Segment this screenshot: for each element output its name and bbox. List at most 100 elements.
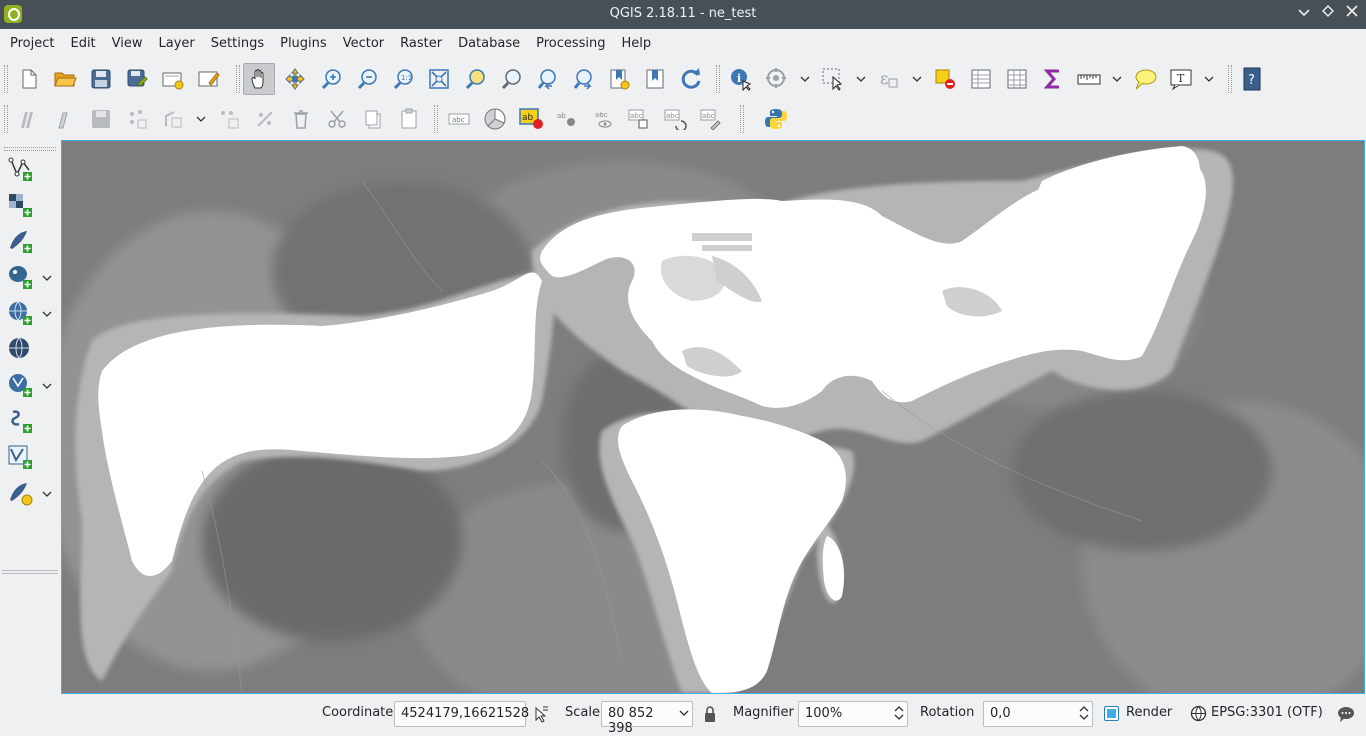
delete-part-icon[interactable] bbox=[249, 103, 281, 135]
layer-labeling-icon[interactable]: ab bbox=[515, 103, 547, 135]
magnifier-stepper[interactable] bbox=[892, 701, 906, 725]
postgis-dropdown-chevron-down-icon[interactable] bbox=[40, 271, 54, 285]
add-wcs-layer-icon[interactable] bbox=[4, 333, 36, 365]
menu-database[interactable]: Database bbox=[450, 29, 528, 59]
zoom-full-icon[interactable] bbox=[423, 63, 455, 95]
menu-raster[interactable]: Raster bbox=[392, 29, 450, 59]
menu-help[interactable]: Help bbox=[614, 29, 660, 59]
zoom-native-icon[interactable]: 1:1 bbox=[387, 63, 419, 95]
rotation-stepper[interactable] bbox=[1077, 701, 1091, 725]
sidebar-splitter[interactable] bbox=[2, 570, 58, 574]
zoom-to-layer-icon[interactable] bbox=[495, 63, 527, 95]
paste-features-icon[interactable] bbox=[393, 103, 425, 135]
menu-layer[interactable]: Layer bbox=[151, 29, 203, 59]
toolbar-grip[interactable] bbox=[4, 105, 8, 133]
annotation-dropdown-chevron-down-icon[interactable] bbox=[1203, 71, 1215, 87]
save-as-icon[interactable] bbox=[121, 63, 153, 95]
toolbar-grip[interactable] bbox=[236, 65, 240, 93]
add-postgis-layer-icon[interactable] bbox=[4, 261, 36, 293]
map-canvas[interactable] bbox=[61, 140, 1365, 694]
minimize-icon[interactable] bbox=[1294, 4, 1314, 24]
refresh-icon[interactable] bbox=[675, 63, 707, 95]
new-project-icon[interactable] bbox=[13, 63, 45, 95]
select-by-expression-icon[interactable]: ε bbox=[873, 63, 905, 95]
render-checkbox[interactable] bbox=[1104, 706, 1119, 721]
help-icon[interactable]: ? bbox=[1236, 63, 1268, 95]
digitize-dropdown-chevron-down-icon[interactable] bbox=[195, 111, 207, 127]
zoom-next-icon[interactable] bbox=[567, 63, 599, 95]
new-print-composer-icon[interactable] bbox=[157, 63, 189, 95]
scale-dropdown-chevron-down-icon[interactable] bbox=[677, 701, 691, 725]
toggle-editing-icon[interactable] bbox=[49, 103, 81, 135]
measure-line-icon[interactable] bbox=[1073, 63, 1105, 95]
field-calculator-icon[interactable] bbox=[1001, 63, 1033, 95]
menu-project[interactable]: Project bbox=[2, 29, 62, 59]
node-tool-icon[interactable] bbox=[213, 103, 245, 135]
zoom-out-icon[interactable] bbox=[351, 63, 383, 95]
toolbar-grip[interactable] bbox=[1228, 65, 1232, 93]
map-tips-icon[interactable] bbox=[761, 63, 793, 95]
add-vector-layer-icon[interactable] bbox=[4, 153, 36, 185]
label-toolbar-icon[interactable]: abc bbox=[443, 103, 475, 135]
open-project-icon[interactable] bbox=[49, 63, 81, 95]
add-virtual-layer-icon[interactable] bbox=[4, 441, 36, 473]
menu-settings[interactable]: Settings bbox=[203, 29, 272, 59]
pin-labels-icon[interactable]: ab bbox=[551, 103, 583, 135]
new-shapefile-icon[interactable] bbox=[4, 477, 36, 509]
add-raster-layer-icon[interactable] bbox=[4, 189, 36, 221]
toolbar-grip[interactable] bbox=[434, 105, 438, 133]
select-features-icon[interactable] bbox=[817, 63, 849, 95]
cut-features-icon[interactable] bbox=[321, 103, 353, 135]
close-icon[interactable] bbox=[1342, 4, 1362, 24]
maximize-icon[interactable] bbox=[1318, 4, 1338, 24]
deselect-icon[interactable] bbox=[929, 63, 961, 95]
toolbar-grip[interactable] bbox=[740, 105, 744, 133]
add-wfs-layer-icon[interactable] bbox=[4, 369, 36, 401]
text-annotation-icon[interactable]: T bbox=[1165, 63, 1197, 95]
composer-manager-icon[interactable] bbox=[193, 63, 225, 95]
diagram-toolbar-icon[interactable] bbox=[479, 103, 511, 135]
new-layer-dropdown-chevron-down-icon[interactable] bbox=[40, 487, 54, 501]
zoom-to-selection-icon[interactable] bbox=[459, 63, 491, 95]
move-label-icon[interactable]: abc bbox=[623, 103, 655, 135]
identify-icon[interactable]: i bbox=[725, 63, 757, 95]
attribute-table-icon[interactable] bbox=[965, 63, 997, 95]
crs-globe-icon[interactable] bbox=[1190, 705, 1207, 722]
save-project-icon[interactable] bbox=[85, 63, 117, 95]
menu-plugins[interactable]: Plugins bbox=[272, 29, 335, 59]
menu-processing[interactable]: Processing bbox=[528, 29, 613, 59]
statistics-sigma-icon[interactable] bbox=[1037, 63, 1069, 95]
current-edits-icon[interactable] bbox=[13, 103, 45, 135]
zoom-in-icon[interactable] bbox=[315, 63, 347, 95]
copy-features-icon[interactable] bbox=[357, 103, 389, 135]
coordinate-field[interactable]: 4524179,16621528 bbox=[394, 701, 529, 727]
move-feature-icon[interactable] bbox=[157, 103, 189, 135]
measure-dropdown-chevron-down-icon[interactable] bbox=[1111, 71, 1123, 87]
crs-status[interactable]: EPSG:3301 (OTF) bbox=[1211, 705, 1323, 720]
menu-vector[interactable]: Vector bbox=[335, 29, 392, 59]
pan-icon[interactable] bbox=[243, 63, 275, 95]
menu-edit[interactable]: Edit bbox=[62, 29, 103, 59]
toolbar-grip[interactable] bbox=[716, 65, 720, 93]
lock-scale-icon[interactable] bbox=[702, 705, 718, 723]
toolbar-grip[interactable] bbox=[4, 147, 56, 151]
add-spatialite-layer-icon[interactable] bbox=[4, 225, 36, 257]
show-bookmarks-icon[interactable] bbox=[639, 63, 671, 95]
zoom-last-icon[interactable] bbox=[531, 63, 563, 95]
show-hide-labels-icon[interactable]: abc bbox=[587, 103, 619, 135]
toolbar-grip[interactable] bbox=[4, 65, 8, 93]
wms-dropdown-chevron-down-icon[interactable] bbox=[40, 307, 54, 321]
pan-to-selection-icon[interactable] bbox=[279, 63, 311, 95]
python-console-icon[interactable] bbox=[760, 103, 792, 135]
add-wms-layer-icon[interactable] bbox=[4, 297, 36, 329]
delete-selected-icon[interactable] bbox=[285, 103, 317, 135]
save-edits-icon[interactable] bbox=[85, 103, 117, 135]
change-label-icon[interactable]: abc bbox=[695, 103, 727, 135]
map-tips-dropdown-chevron-down-icon[interactable] bbox=[799, 71, 811, 87]
add-feature-icon[interactable] bbox=[121, 103, 153, 135]
messages-icon[interactable] bbox=[1337, 705, 1355, 723]
expression-dropdown-chevron-down-icon[interactable] bbox=[911, 71, 923, 87]
annotation-icon[interactable] bbox=[1129, 63, 1161, 95]
rotate-label-icon[interactable]: abc bbox=[659, 103, 691, 135]
add-delimited-text-icon[interactable] bbox=[4, 405, 36, 437]
